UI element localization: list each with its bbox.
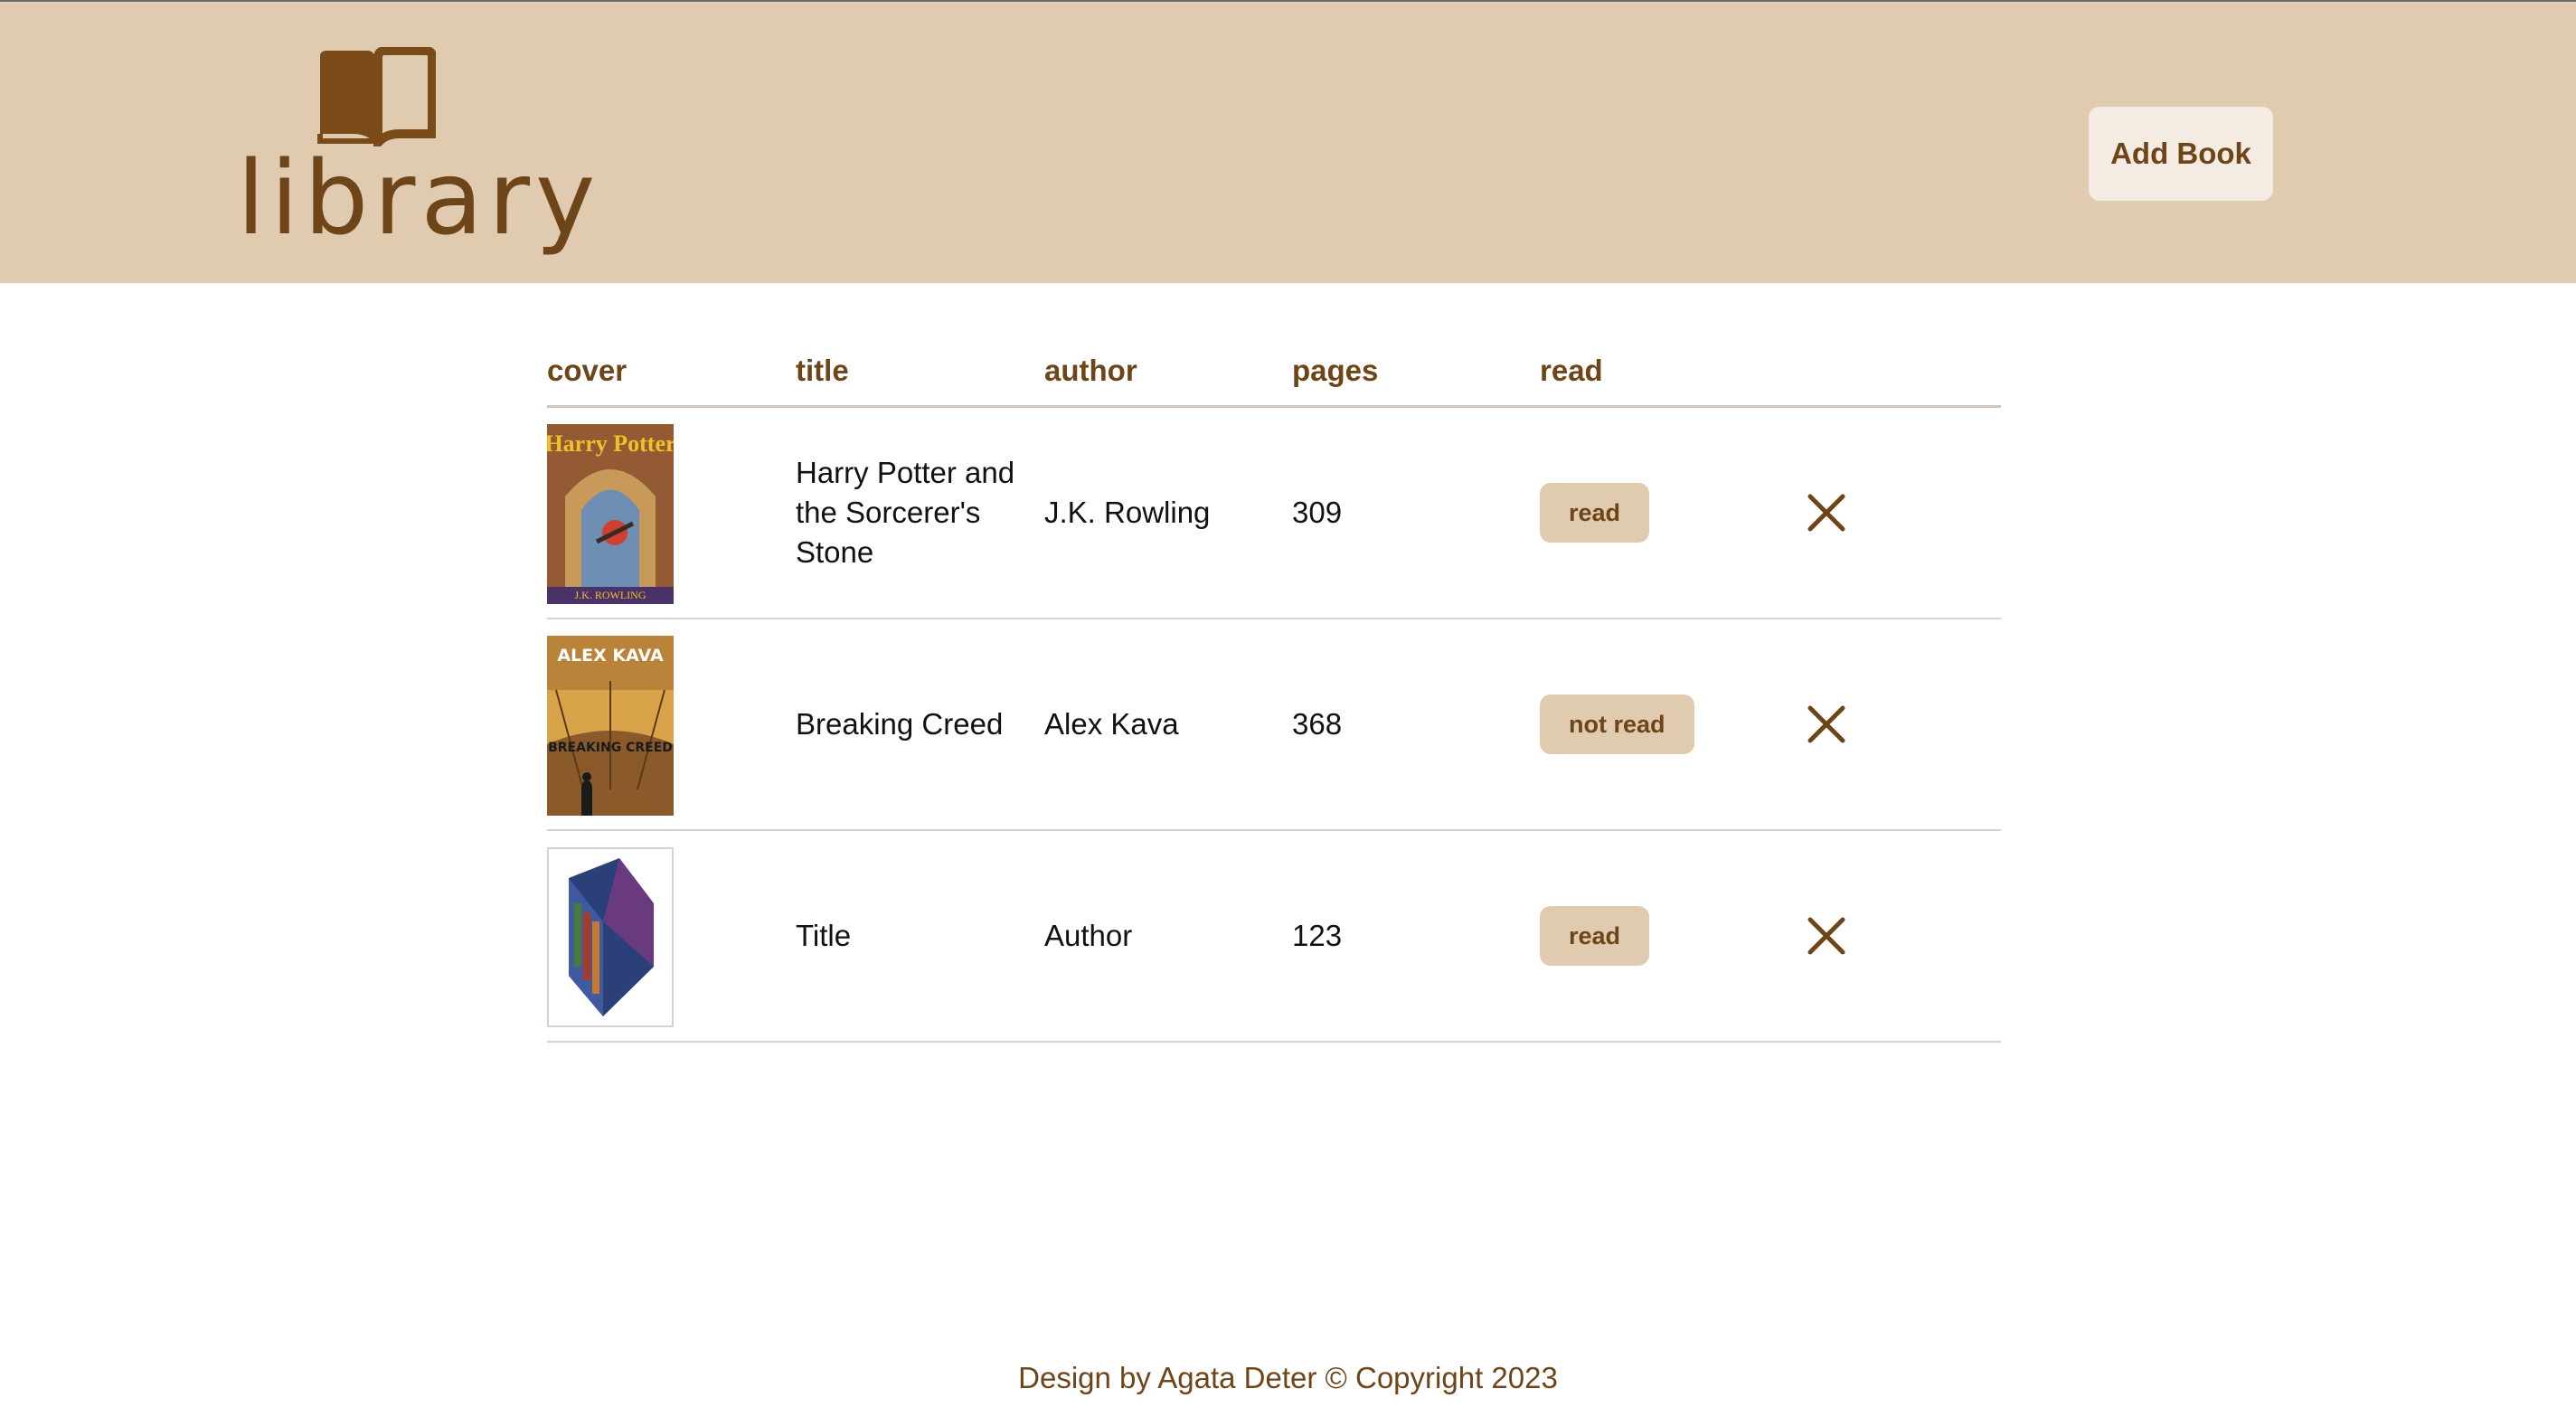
- close-icon: [1807, 917, 1845, 955]
- table-row: ALEX KAVA BREAKING CREED Breaking Creed …: [547, 619, 2001, 831]
- delete-button[interactable]: [1799, 909, 1854, 963]
- svg-text:J.K. ROWLING: J.K. ROWLING: [575, 589, 646, 601]
- column-header-read: read: [1540, 354, 1603, 387]
- book-author: J.K. Rowling: [1044, 496, 1211, 529]
- delete-button[interactable]: [1799, 486, 1854, 540]
- logo: library: [237, 47, 595, 264]
- read-status-button[interactable]: not read: [1540, 694, 1694, 754]
- footer-text: Design by Agata Deter © Copyright 2023: [1018, 1361, 1558, 1394]
- logo-text: library: [237, 140, 601, 258]
- column-header-pages: pages: [1292, 354, 1379, 387]
- book-pages: 123: [1292, 919, 1343, 952]
- delete-button[interactable]: [1799, 697, 1854, 751]
- table-header: cover title author pages read: [547, 348, 2001, 408]
- close-icon: [1807, 494, 1845, 532]
- cover-title-text: Harry Potter: [547, 430, 674, 457]
- book-cover: ALEX KAVA BREAKING CREED: [547, 636, 674, 816]
- read-status-button[interactable]: read: [1540, 483, 1650, 543]
- book-pages: 309: [1292, 496, 1343, 529]
- close-icon: [1807, 705, 1845, 743]
- read-status-button[interactable]: read: [1540, 906, 1650, 966]
- add-book-button[interactable]: Add Book: [2089, 107, 2273, 201]
- book-cover: Harry Potter J.K. ROWLING: [547, 424, 674, 604]
- column-header-cover: cover: [547, 354, 627, 387]
- table-row: Harry Potter J.K. ROWLING Harry Potter a…: [547, 408, 2001, 619]
- column-header-title: title: [796, 354, 849, 387]
- svg-text:BREAKING CREED: BREAKING CREED: [548, 741, 673, 755]
- cover-author-text: ALEX KAVA: [557, 646, 664, 666]
- column-header-author: author: [1044, 354, 1137, 387]
- book-title: Breaking Creed: [796, 707, 1004, 741]
- book-author: Alex Kava: [1044, 707, 1179, 741]
- book-title: Title: [796, 919, 852, 952]
- book-pages: 368: [1292, 707, 1343, 741]
- book-cover: [547, 847, 674, 1027]
- table-row: Title Author 123 read: [547, 831, 2001, 1043]
- books-table: cover title author pages read Harry Pott…: [547, 348, 2001, 1043]
- book-author: Author: [1044, 919, 1133, 952]
- header: library Add Book: [0, 0, 2576, 283]
- book-title: Harry Potter and the Sorcerer's Stone: [796, 456, 1015, 569]
- open-book-icon: [317, 47, 436, 146]
